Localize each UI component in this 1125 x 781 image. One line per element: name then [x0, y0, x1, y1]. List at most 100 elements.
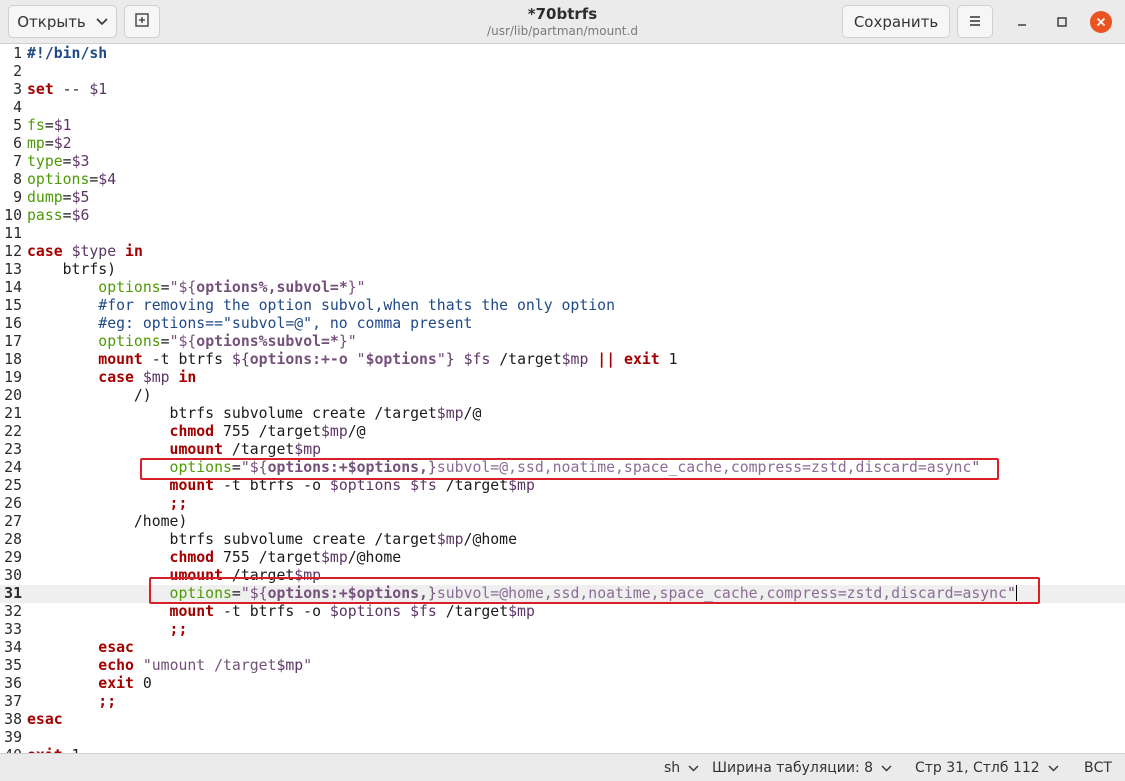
close-icon[interactable]: [1090, 11, 1112, 33]
code-line[interactable]: 7 type=$3: [0, 153, 1125, 171]
cursor-position-label: Стр 31, Стлб 112: [915, 760, 1040, 776]
code-token: $mp: [321, 549, 348, 566]
new-tab-button[interactable]: [124, 5, 160, 38]
code-token: /): [27, 387, 152, 404]
line-number: 7: [13, 153, 22, 170]
header-bar: Открыть *70btrfs /usr/lib/partman/mount.…: [0, 0, 1125, 44]
code-line[interactable]: 29 chmod 755 /target$mp/@home: [0, 549, 1125, 567]
code-line[interactable]: 2: [0, 63, 1125, 81]
code-line[interactable]: 20 /): [0, 387, 1125, 405]
code-line[interactable]: 9 dump=$5: [0, 189, 1125, 207]
code-token: /home): [27, 513, 188, 530]
code-token: ;;: [169, 621, 188, 638]
code-line[interactable]: 16 #eg: options=="subvol=@", no comma pr…: [0, 315, 1125, 333]
open-button[interactable]: Открыть: [8, 5, 117, 38]
code-line[interactable]: 10 pass=$6: [0, 207, 1125, 225]
code-line[interactable]: 38 esac: [0, 711, 1125, 729]
code-token: #eg: options=="subvol=@", no comma prese…: [98, 315, 473, 332]
code-line[interactable]: 36 exit 0: [0, 675, 1125, 693]
line-number: 30: [4, 567, 22, 584]
code-line[interactable]: 35 echo "umount /target$mp": [0, 657, 1125, 675]
line-text: chmod 755 /target$mp/@home: [27, 549, 402, 566]
line-text: case $type in: [27, 243, 143, 260]
code-line[interactable]: 3 set -- $1: [0, 81, 1125, 99]
line-text: umount /target$mp: [27, 441, 321, 458]
code-token: options:+-o: [249, 351, 357, 368]
code-line[interactable]: 28 btrfs subvolume create /target$mp/@ho…: [0, 531, 1125, 549]
tab-width-selector[interactable]: Ширина табуляции: 8: [712, 760, 892, 776]
code-token: $mp: [321, 423, 348, 440]
code-token: $mp: [561, 351, 589, 368]
code-line[interactable]: 4: [0, 99, 1125, 117]
code-view[interactable]: 1 #!/bin/sh 2 3 set -- $1 4 5 fs=$1 6 mp=$2 7 type=…: [0, 45, 1125, 753]
code-line[interactable]: 6 mp=$2: [0, 135, 1125, 153]
text-editor[interactable]: 1 #!/bin/sh 2 3 set -- $1 4 5 fs=$1 6 mp=$2 7 type=…: [0, 44, 1125, 753]
code-line[interactable]: 15 #for removing the option subvol,when …: [0, 297, 1125, 315]
code-line[interactable]: 13 btrfs): [0, 261, 1125, 279]
code-token: $5: [71, 189, 90, 206]
code-line[interactable]: 14 options="${options%,subvol=*}": [0, 279, 1125, 297]
code-line[interactable]: 5 fs=$1: [0, 117, 1125, 135]
line-number: 10: [4, 207, 22, 224]
line-text: options="${options%,subvol=*}": [27, 279, 365, 296]
code-line[interactable]: 12 case $type in: [0, 243, 1125, 261]
code-token: #for removing the option subvol,when tha…: [98, 297, 615, 314]
code-token: $6: [71, 207, 90, 224]
code-token: 0: [133, 675, 152, 692]
line-number: 25: [4, 477, 22, 494]
code-line[interactable]: 1 #!/bin/sh: [0, 45, 1125, 63]
code-token: /target: [223, 441, 295, 458]
scrollbar[interactable]: [1119, 44, 1124, 753]
code-token: $mp: [508, 603, 535, 620]
cursor-position[interactable]: Стр 31, Стлб 112: [915, 760, 1059, 776]
line-text: mp=$2: [27, 135, 72, 152]
main-menu-button[interactable]: [957, 5, 993, 38]
code-line[interactable]: 34 esac: [0, 639, 1125, 657]
code-line[interactable]: 37 ;;: [0, 693, 1125, 711]
code-line[interactable]: 26 ;;: [0, 495, 1125, 513]
hamburger-menu-icon: [968, 12, 982, 31]
window-title: *70btrfs /usr/lib/partman/mount.d: [400, 5, 725, 38]
document-path: /usr/lib/partman/mount.d: [487, 24, 638, 38]
code-token: case: [98, 369, 134, 386]
code-token: "umount /target: [142, 657, 277, 674]
insert-mode-indicator[interactable]: ВСТ: [1084, 760, 1112, 776]
line-number: 9: [13, 189, 22, 206]
save-button[interactable]: Сохранить: [842, 5, 950, 38]
line-text: options=$4: [27, 171, 116, 188]
code-line[interactable]: 23 umount /target$mp: [0, 441, 1125, 459]
save-button-label: Сохранить: [853, 12, 939, 31]
code-token: -t btrfs: [142, 351, 232, 368]
code-token: $fs: [463, 351, 491, 368]
line-number: 15: [4, 297, 22, 314]
code-line[interactable]: 22 chmod 755 /target$mp/@: [0, 423, 1125, 441]
line-text: pass=$6: [27, 207, 89, 224]
code-line[interactable]: 21 btrfs subvolume create /target$mp/@: [0, 405, 1125, 423]
code-token: options%subvol=*: [196, 333, 339, 350]
code-line[interactable]: 39: [0, 729, 1125, 747]
line-text: /home): [27, 513, 187, 530]
code-line[interactable]: 18 mount -t btrfs ${options:+-o "$option…: [0, 351, 1125, 369]
code-line[interactable]: 32 mount -t btrfs -o $options $fs /targe…: [0, 603, 1125, 621]
line-text: ;;: [27, 495, 188, 512]
code-line[interactable]: 11: [0, 225, 1125, 243]
code-line[interactable]: 27 /home): [0, 513, 1125, 531]
code-line[interactable]: 8 options=$4: [0, 171, 1125, 189]
code-line[interactable]: 19 case $mp in: [0, 369, 1125, 387]
code-token: $type: [71, 243, 117, 260]
code-token: --: [53, 81, 90, 98]
code-line[interactable]: 17 options="${options%subvol=*}": [0, 333, 1125, 351]
code-token: 755 /target: [214, 423, 321, 440]
minimize-icon[interactable]: [1013, 13, 1031, 31]
line-number: 17: [4, 333, 22, 350]
maximize-icon[interactable]: [1053, 13, 1071, 31]
code-line[interactable]: 33 ;;: [0, 621, 1125, 639]
language-selector[interactable]: sh: [664, 760, 699, 776]
